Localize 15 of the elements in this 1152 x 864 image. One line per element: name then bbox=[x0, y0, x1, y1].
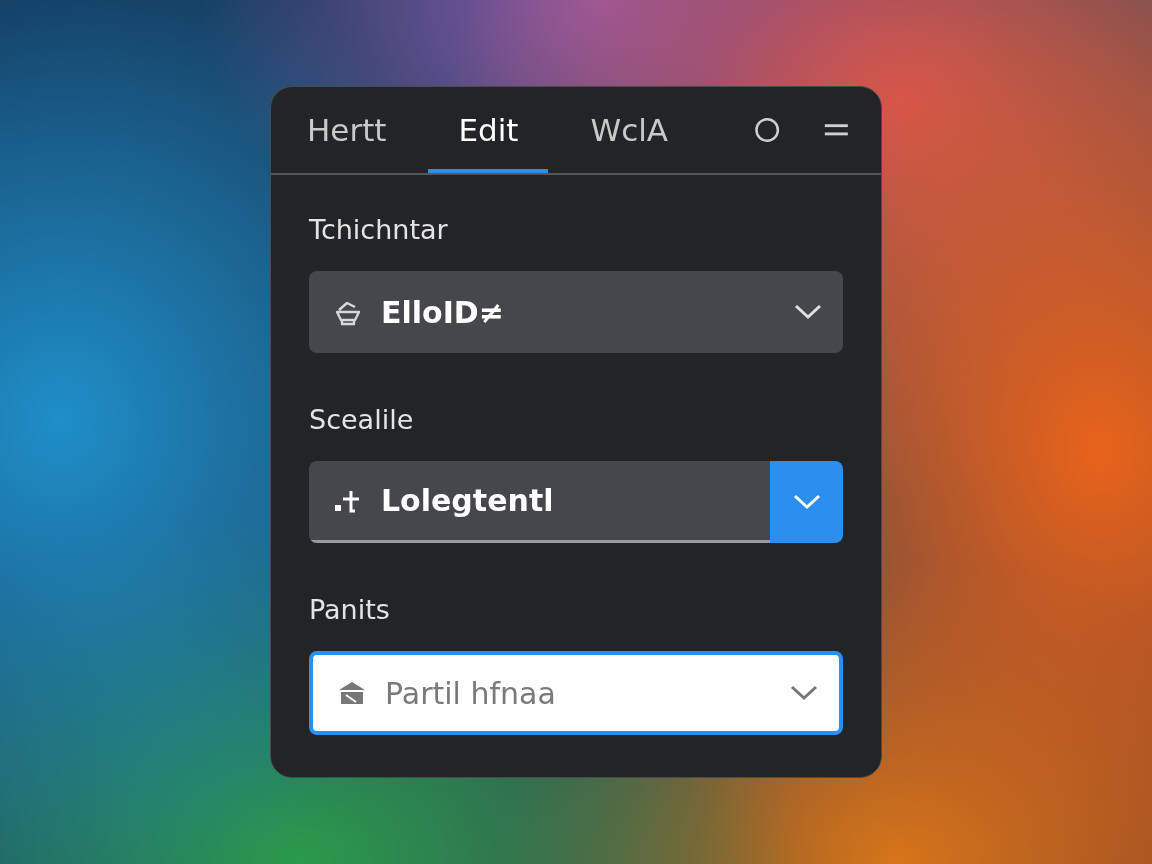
box-icon bbox=[337, 680, 367, 706]
dropdown-toggle-button[interactable] bbox=[770, 461, 843, 543]
chevron-down-icon bbox=[789, 684, 819, 702]
dropdown-field[interactable]: Partil hfnaa bbox=[309, 651, 843, 735]
field-label: Tchichntar bbox=[309, 213, 449, 247]
tab[interactable]: WclA bbox=[572, 87, 686, 173]
dropdown[interactable]: Lolegtentl bbox=[309, 461, 770, 543]
field-label: Scealile bbox=[309, 403, 415, 437]
chevron-down-icon bbox=[791, 493, 822, 511]
field-label: Panits bbox=[309, 593, 391, 627]
tab[interactable]: Hertt bbox=[289, 87, 405, 173]
placeholder-text: Partil hfnaa bbox=[385, 675, 557, 711]
chevron-down-icon bbox=[793, 303, 823, 321]
dropdown[interactable]: ElloID≠ bbox=[309, 271, 843, 353]
tab[interactable]: Edit bbox=[428, 87, 549, 173]
